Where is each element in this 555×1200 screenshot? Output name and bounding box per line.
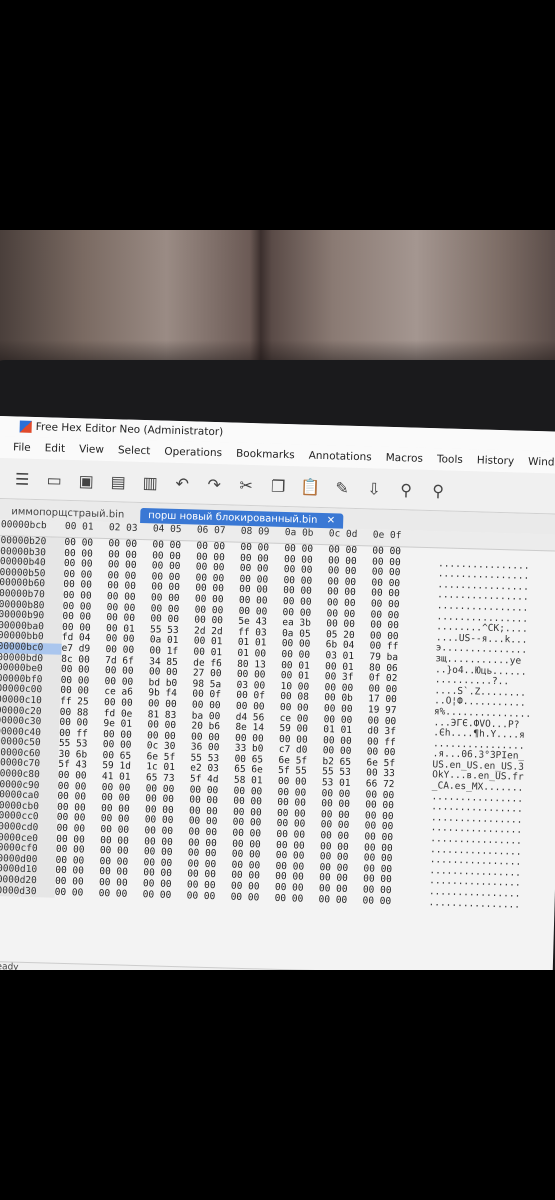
redo-icon[interactable]: ↷ — [202, 472, 227, 497]
save-as-icon[interactable]: ▥ — [138, 470, 163, 495]
hex-cell[interactable]: 00 00 — [99, 888, 143, 901]
tab-label: иммопорщстраый.bin — [11, 506, 125, 521]
menu-item-wind[interactable]: Wind — [528, 456, 555, 469]
column-header: 0c 0d — [328, 528, 358, 541]
black-background-bottom — [0, 970, 555, 1200]
close-icon[interactable]: ✕ — [326, 515, 335, 526]
copy-icon[interactable]: ❐ — [266, 473, 291, 498]
ascii-column[interactable]: ........................................… — [414, 548, 548, 912]
find-next-icon[interactable]: ⚲ — [426, 478, 451, 503]
row-offset: 00000d30 — [0, 884, 37, 897]
column-header: 02 03 — [108, 522, 138, 534]
offset-header: 00000bcb — [0, 519, 47, 532]
open-folder-icon[interactable]: ▭ — [42, 467, 67, 492]
hex-cell[interactable]: 00 00 — [274, 892, 318, 905]
hex-cell[interactable]: 00 00 — [187, 890, 231, 903]
hex-cell[interactable]: 00 00 — [318, 894, 362, 907]
menu-item-bookmarks[interactable]: Bookmarks — [236, 448, 295, 462]
hex-cell[interactable]: 00 00 — [55, 886, 99, 899]
hex-cell[interactable]: 00 00 — [362, 895, 406, 908]
column-header: 0a 0b — [284, 527, 314, 539]
column-header: 08 09 — [240, 525, 270, 538]
menu-item-macros[interactable]: Macros — [386, 452, 424, 465]
save-all-icon[interactable]: ▤ — [106, 469, 131, 494]
menu-item-annotations[interactable]: Annotations — [309, 450, 372, 464]
menu-item-tools[interactable]: Tools — [437, 453, 463, 466]
eraser-icon[interactable]: ✎ — [330, 475, 355, 500]
menu-item-history[interactable]: History — [477, 454, 515, 467]
room-background — [0, 230, 555, 380]
black-background — [0, 0, 555, 230]
column-header: 06 07 — [196, 524, 226, 537]
window-title: Free Hex Editor Neo (Administrator) — [35, 421, 224, 439]
menu-item-file[interactable]: File — [13, 441, 31, 453]
hex-cell[interactable]: 00 00 — [143, 889, 187, 902]
paste-icon[interactable]: 📋 — [298, 474, 323, 499]
find-icon[interactable]: ⚲ — [394, 477, 419, 502]
app-icon — [19, 420, 32, 433]
menu-item-view[interactable]: View — [79, 443, 104, 456]
notes-icon[interactable]: ☰ — [10, 466, 35, 491]
menu-item-select[interactable]: Select — [118, 444, 151, 457]
cut-icon[interactable]: ✂ — [234, 473, 259, 498]
hex-cell[interactable]: 00 00 — [230, 891, 274, 904]
save-icon[interactable]: ▣ — [74, 468, 99, 493]
menu-item-edit[interactable]: Edit — [45, 442, 66, 455]
offset-column: 00000b20 00000b30 00000b40 00000b50 00000b60… — [0, 535, 65, 898]
column-header: 00 01 — [64, 520, 94, 533]
hex-bytes[interactable]: 00 00 00 00 00 00 00 00 00 00 00 00 00 00 00 00… — [55, 537, 425, 908]
hex-grid[interactable]: 00000b20 00000b30 00000b40 00000b50 00000b60… — [0, 535, 555, 912]
menu-item-operations[interactable]: Operations — [164, 446, 222, 460]
column-header: 04 05 — [152, 523, 182, 536]
import-icon[interactable]: ⇩ — [362, 476, 387, 501]
photo: Free Hex Editor Neo (Administrator) File… — [0, 0, 555, 1200]
laptop-screen: Free Hex Editor Neo (Administrator) File… — [0, 416, 555, 992]
ascii-row[interactable]: ................ — [428, 897, 538, 912]
undo-icon[interactable]: ↶ — [170, 471, 195, 496]
column-header: 0e 0f — [372, 529, 402, 542]
